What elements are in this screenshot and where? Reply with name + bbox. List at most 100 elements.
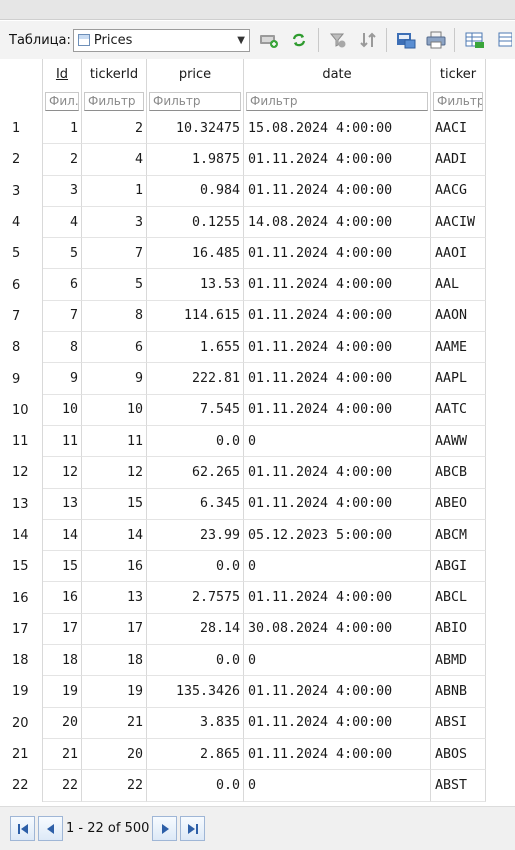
cell-price[interactable]: 1.9875 xyxy=(147,144,244,176)
cell-price[interactable]: 0.0 xyxy=(147,425,244,458)
cell-tickerid[interactable]: 7 xyxy=(82,238,147,270)
cell-ticker[interactable]: AAL xyxy=(431,269,486,301)
delete-record-icon[interactable] xyxy=(494,29,515,51)
cell-price[interactable]: 16.485 xyxy=(147,238,244,270)
cell-tickerid[interactable]: 18 xyxy=(82,645,147,677)
cell-ticker[interactable]: ABMD xyxy=(431,645,486,677)
table-row[interactable]: 14 14 14 23.99 05.12.2023 5:00:00 ABCM xyxy=(7,519,486,552)
sort-icon[interactable] xyxy=(357,29,378,51)
cell-id[interactable]: 13 xyxy=(43,488,82,520)
cell-date[interactable]: 01.11.2024 4:00:00 xyxy=(244,582,431,614)
filter-date-input[interactable]: Фильтр xyxy=(246,92,428,111)
table-row[interactable]: 13 13 15 6.345 01.11.2024 4:00:00 ABEO xyxy=(7,488,486,520)
cell-tickerid[interactable]: 12 xyxy=(82,457,147,489)
cell-tickerid[interactable]: 22 xyxy=(82,770,147,802)
cell-price[interactable]: 7.545 xyxy=(147,394,244,426)
next-page-icon[interactable] xyxy=(152,816,178,841)
cell-ticker[interactable]: ABCM xyxy=(431,519,486,552)
cell-price[interactable]: 114.615 xyxy=(147,300,244,333)
cell-id[interactable]: 19 xyxy=(43,676,82,708)
cell-tickerid[interactable]: 11 xyxy=(82,425,147,458)
cell-date[interactable]: 01.11.2024 4:00:00 xyxy=(244,394,431,426)
cell-tickerid[interactable]: 9 xyxy=(82,363,147,395)
cell-price[interactable]: 0.0 xyxy=(147,645,244,677)
cell-id[interactable]: 1 xyxy=(43,113,82,145)
cell-ticker[interactable]: AADI xyxy=(431,144,486,176)
cell-ticker[interactable]: ABOS xyxy=(431,738,486,771)
table-row[interactable]: 7 7 8 114.615 01.11.2024 4:00:00 AAON xyxy=(7,300,486,333)
table-row[interactable]: 21 21 20 2.865 01.11.2024 4:00:00 ABOS xyxy=(7,738,486,771)
table-row[interactable]: 12 12 12 62.265 01.11.2024 4:00:00 ABCB xyxy=(7,457,486,489)
cell-ticker[interactable]: ABGI xyxy=(431,551,486,583)
table-row[interactable]: 16 16 13 2.7575 01.11.2024 4:00:00 ABCL xyxy=(7,582,486,614)
cell-price[interactable]: 23.99 xyxy=(147,519,244,552)
cell-ticker[interactable]: ABCL xyxy=(431,582,486,614)
cell-id[interactable]: 8 xyxy=(43,332,82,364)
cell-ticker[interactable]: AAON xyxy=(431,300,486,333)
table-row[interactable]: 19 19 19 135.3426 01.11.2024 4:00:00 ABNB xyxy=(7,676,486,708)
cell-price[interactable]: 3.835 xyxy=(147,707,244,739)
cell-tickerid[interactable]: 5 xyxy=(82,269,147,301)
cell-tickerid[interactable]: 8 xyxy=(82,300,147,333)
last-page-icon[interactable] xyxy=(180,816,206,841)
cell-id[interactable]: 14 xyxy=(43,519,82,552)
cell-id[interactable]: 9 xyxy=(43,363,82,395)
cell-date[interactable]: 01.11.2024 4:00:00 xyxy=(244,707,431,739)
table-row[interactable]: 11 11 11 0.0 0 AAWW xyxy=(7,425,486,458)
cell-tickerid[interactable]: 3 xyxy=(82,206,147,239)
table-row[interactable]: 18 18 18 0.0 0 ABMD xyxy=(7,645,486,677)
cell-ticker[interactable]: ABEO xyxy=(431,488,486,520)
table-row[interactable]: 6 6 5 13.53 01.11.2024 4:00:00 AAL xyxy=(7,269,486,301)
cell-id[interactable]: 15 xyxy=(43,551,82,583)
cell-id[interactable]: 4 xyxy=(43,206,82,239)
cell-date[interactable]: 05.12.2023 5:00:00 xyxy=(244,519,431,552)
cell-id[interactable]: 16 xyxy=(43,582,82,614)
cell-price[interactable]: 222.81 xyxy=(147,363,244,395)
cell-tickerid[interactable]: 6 xyxy=(82,332,147,364)
cell-id[interactable]: 6 xyxy=(43,269,82,301)
cell-date[interactable]: 01.11.2024 4:00:00 xyxy=(244,457,431,489)
table-row[interactable]: 15 15 16 0.0 0 ABGI xyxy=(7,551,486,583)
cell-id[interactable]: 5 xyxy=(43,238,82,270)
cell-date[interactable]: 01.11.2024 4:00:00 xyxy=(244,238,431,270)
cell-id[interactable]: 12 xyxy=(43,457,82,489)
column-header-id[interactable]: Id xyxy=(43,59,82,90)
filter-tickerid-input[interactable]: Фильтр xyxy=(84,92,144,111)
save-table-icon[interactable] xyxy=(396,29,417,51)
cell-id[interactable]: 10 xyxy=(43,394,82,426)
cell-date[interactable]: 01.11.2024 4:00:00 xyxy=(244,300,431,333)
cell-price[interactable]: 0.0 xyxy=(147,551,244,583)
new-record-icon[interactable] xyxy=(259,29,280,51)
previous-page-icon[interactable] xyxy=(38,816,63,841)
cell-ticker[interactable]: AAPL xyxy=(431,363,486,395)
cell-ticker[interactable]: ABNB xyxy=(431,676,486,708)
cell-id[interactable]: 18 xyxy=(43,645,82,677)
cell-ticker[interactable]: AACIW xyxy=(431,206,486,239)
cell-price[interactable]: 2.865 xyxy=(147,738,244,771)
cell-date[interactable]: 01.11.2024 4:00:00 xyxy=(244,738,431,771)
cell-id[interactable]: 3 xyxy=(43,175,82,207)
cell-price[interactable]: 13.53 xyxy=(147,269,244,301)
cell-date[interactable]: 0 xyxy=(244,551,431,583)
table-row[interactable]: 22 22 22 0.0 0 ABST xyxy=(7,770,486,802)
cell-tickerid[interactable]: 2 xyxy=(82,113,147,145)
column-header-tickerid[interactable]: tickerId xyxy=(82,59,147,90)
table-select[interactable]: Prices ▼ xyxy=(72,28,250,52)
table-row[interactable]: 20 20 21 3.835 01.11.2024 4:00:00 ABSI xyxy=(7,707,486,739)
insert-record-icon[interactable] xyxy=(464,29,485,51)
cell-date[interactable]: 01.11.2024 4:00:00 xyxy=(244,269,431,301)
filter-id-input[interactable]: Фил… xyxy=(45,92,79,111)
cell-tickerid[interactable]: 4 xyxy=(82,144,147,176)
cell-id[interactable]: 11 xyxy=(43,425,82,458)
cell-id[interactable]: 2 xyxy=(43,144,82,176)
cell-date[interactable]: 30.08.2024 4:00:00 xyxy=(244,613,431,646)
table-row[interactable]: 3 3 1 0.984 01.11.2024 4:00:00 AACG xyxy=(7,175,486,207)
table-row[interactable]: 1 1 2 10.32475 15.08.2024 4:00:00 AACI xyxy=(7,113,486,145)
cell-id[interactable]: 21 xyxy=(43,738,82,771)
cell-price[interactable]: 10.32475 xyxy=(147,113,244,145)
cell-tickerid[interactable]: 16 xyxy=(82,551,147,583)
cell-ticker[interactable]: ABST xyxy=(431,770,486,802)
cell-tickerid[interactable]: 17 xyxy=(82,613,147,646)
cell-ticker[interactable]: AAME xyxy=(431,332,486,364)
cell-tickerid[interactable]: 1 xyxy=(82,175,147,207)
